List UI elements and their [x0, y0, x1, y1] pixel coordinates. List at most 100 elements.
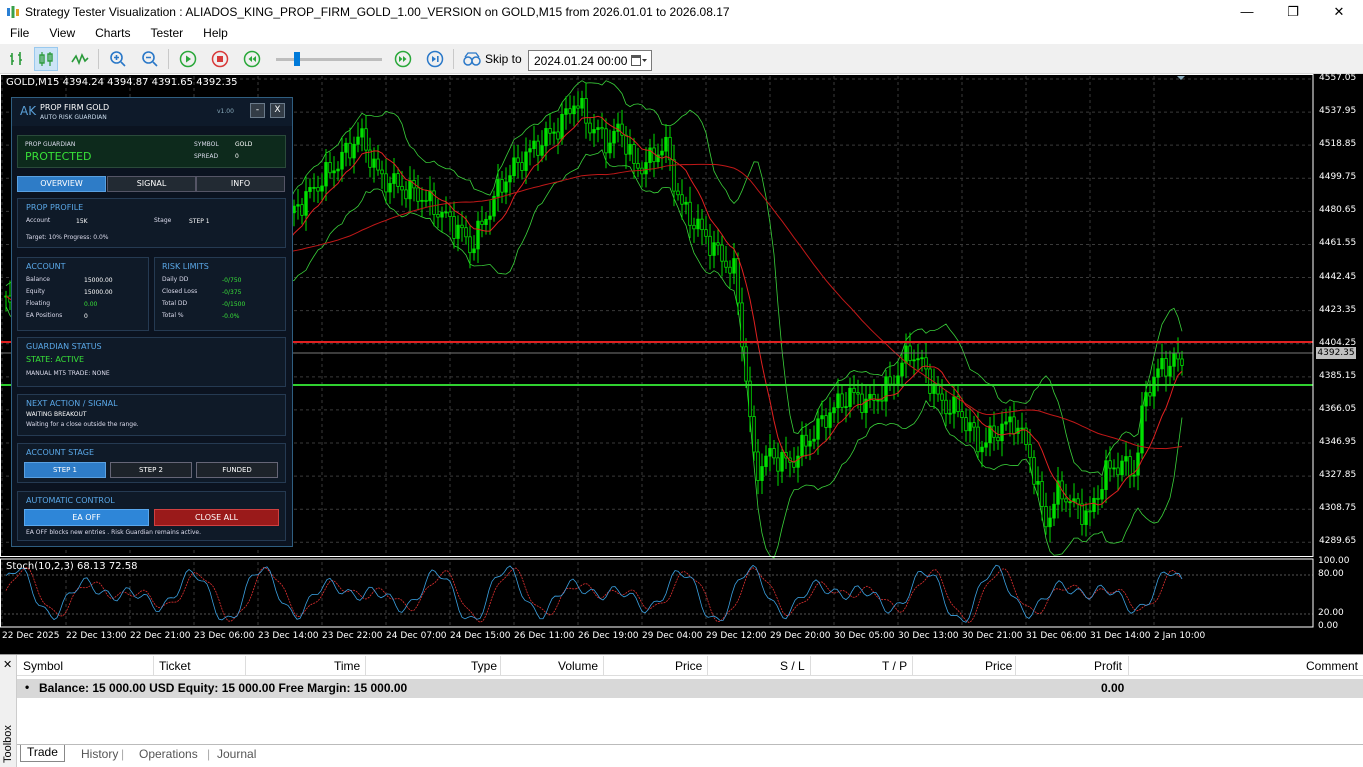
tab-trade[interactable]: Trade [20, 745, 65, 762]
candle-body [612, 130, 616, 144]
col-volume[interactable]: Volume [558, 659, 598, 673]
play-icon[interactable] [176, 47, 200, 71]
minimize-button[interactable]: — [1224, 0, 1270, 23]
candle-body [1052, 503, 1056, 519]
col-symbol[interactable]: Symbol [23, 659, 63, 673]
equity-label: Equity [26, 288, 45, 295]
price-tick-label: 4442.45 [1319, 271, 1357, 282]
candle-body [516, 157, 520, 163]
candle-body [924, 357, 928, 370]
stop-icon[interactable] [208, 47, 232, 71]
panel-close-button[interactable]: X [270, 103, 285, 118]
candle-body [680, 194, 684, 205]
candle-body [1040, 481, 1044, 507]
stoch-tick-label: 0.00 [1318, 621, 1339, 631]
ea-positions-label: EA Positions [26, 312, 63, 319]
candle-body [1148, 392, 1152, 397]
candle-body [480, 220, 484, 225]
candle-body [832, 407, 836, 414]
col-price-current[interactable]: Price [985, 659, 1012, 673]
panel-header[interactable]: AK PROP FIRM GOLD AUTO RISK GUARDIAN v1.… [12, 98, 292, 126]
candle-body [504, 181, 508, 193]
stage-value: STEP 1 [189, 218, 210, 225]
col-comment[interactable]: Comment [1306, 659, 1358, 673]
close-button[interactable]: ✕ [1316, 0, 1362, 23]
total-percent-value: -0.0% [222, 313, 240, 320]
skip-end-icon[interactable] [423, 47, 447, 71]
menu-view[interactable]: View [39, 23, 85, 43]
skip-date-picker[interactable]: 2024.01.24 00:00 [528, 50, 652, 71]
candle-body [456, 224, 460, 239]
candle-body [792, 461, 796, 468]
menu-tester[interactable]: Tester [140, 23, 193, 43]
col-type[interactable]: Type [471, 659, 497, 673]
col-sl[interactable]: S / L [780, 659, 805, 673]
candle-body [336, 168, 340, 172]
candle-body [880, 399, 884, 402]
candle-body [780, 451, 784, 472]
speed-slider-thumb[interactable] [294, 52, 300, 66]
candle-body [556, 131, 560, 140]
tab-history[interactable]: History [81, 747, 118, 761]
candle-body [628, 144, 632, 155]
rewind-icon[interactable] [240, 47, 264, 71]
col-profit[interactable]: Profit [1094, 659, 1122, 673]
chart-symbol-header: GOLD,M15 4394.24 4394.87 4391.65 4392.35 [6, 77, 238, 88]
line-chart-icon[interactable] [68, 47, 92, 71]
menu-help[interactable]: Help [193, 23, 238, 43]
candle-body [540, 145, 544, 156]
candle-body [828, 412, 832, 428]
stage-step2-button[interactable]: STEP 2 [110, 462, 192, 478]
stage-funded-button[interactable]: FUNDED [196, 462, 278, 478]
col-time[interactable]: Time [334, 659, 360, 673]
candle-body [684, 201, 688, 205]
fast-forward-icon[interactable] [391, 47, 415, 71]
zoom-out-icon[interactable] [138, 47, 162, 71]
tab-overview[interactable]: OVERVIEW [17, 176, 106, 192]
col-tp[interactable]: T / P [882, 659, 907, 673]
ea-positions-value: 0 [84, 313, 88, 320]
candle-body [748, 380, 752, 417]
menu-file[interactable]: File [0, 23, 39, 43]
toolbox-close-button[interactable]: ✕ [3, 658, 12, 671]
candle-body [468, 236, 472, 254]
candlestick-icon[interactable] [34, 47, 58, 71]
col-ticket[interactable]: Ticket [159, 659, 191, 673]
tab-journal[interactable]: Journal [217, 747, 256, 761]
tab-signal[interactable]: SIGNAL [107, 176, 196, 192]
candle-body [1012, 416, 1016, 434]
candle-body [592, 129, 596, 134]
maximize-button[interactable]: ❐ [1270, 0, 1316, 23]
stochastic-oscillator [0, 564, 1313, 623]
close-all-button[interactable]: CLOSE ALL [154, 509, 279, 526]
candle-body [564, 108, 568, 115]
zoom-in-icon[interactable] [106, 47, 130, 71]
speed-slider-track[interactable] [276, 58, 382, 61]
time-tick-label: 29 Dec 04:00 [642, 631, 703, 641]
candle-body [668, 136, 672, 161]
manual-trade-status: MANUAL MT5 TRADE: NONE [26, 370, 110, 377]
menu-charts[interactable]: Charts [85, 23, 140, 43]
ea-off-button[interactable]: EA OFF [24, 509, 149, 526]
stage-step1-button[interactable]: STEP 1 [24, 462, 106, 478]
tab-operations[interactable]: Operations [139, 747, 198, 761]
bar-chart-icon[interactable] [5, 47, 29, 71]
col-price[interactable]: Price [675, 659, 702, 673]
candle-body [320, 185, 324, 192]
candle-body [448, 211, 452, 217]
panel-minimize-button[interactable]: - [250, 103, 265, 118]
balance-row[interactable]: • Balance: 15 000.00 USD Equity: 15 000.… [17, 679, 1363, 698]
candle-body [1020, 427, 1024, 430]
prop-profile-header: PROP PROFILE [26, 203, 84, 212]
skip-to-icon[interactable] [460, 47, 484, 71]
tab-info[interactable]: INFO [196, 176, 285, 192]
symbol-label: SYMBOL [194, 141, 219, 148]
candle-body [340, 151, 344, 170]
candle-body [608, 142, 612, 154]
price-tick-label: 4385.15 [1319, 370, 1357, 381]
chart-area[interactable]: GOLD,M15 4394.24 4394.87 4391.65 4392.35… [0, 73, 1363, 654]
app-window: Strategy Tester Visualization : ALIADOS_… [0, 0, 1363, 767]
ea-panel[interactable]: AK PROP FIRM GOLD AUTO RISK GUARDIAN v1.… [11, 97, 293, 547]
candle-body [508, 175, 512, 183]
calendar-dropdown-icon[interactable] [631, 54, 647, 67]
